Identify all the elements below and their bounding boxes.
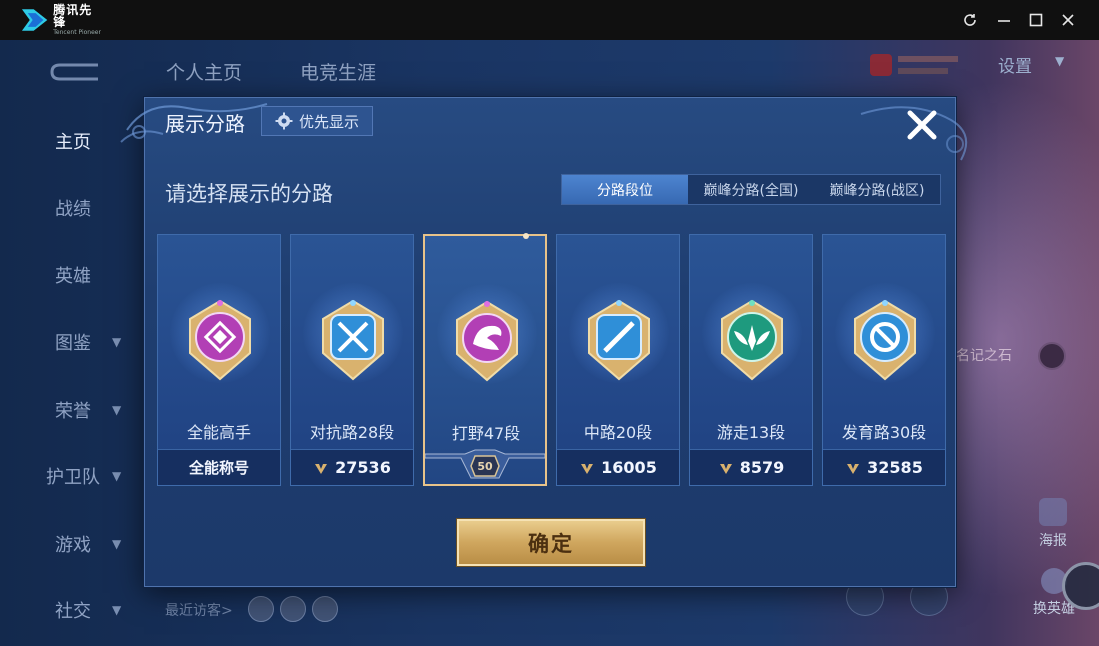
nav-item-record[interactable]: 战绩 — [38, 193, 138, 223]
poster-label: 海报 — [1039, 533, 1067, 549]
poster-button[interactable]: 海报 — [1034, 498, 1072, 558]
level-badge: 50 — [424, 448, 546, 484]
lane-points: 16005 — [601, 458, 657, 477]
selected-indicator — [523, 233, 529, 239]
chevron-down-icon: ▼ — [112, 403, 122, 417]
avatar[interactable] — [312, 596, 338, 622]
poster-icon — [1039, 498, 1067, 526]
level-number: 50 — [477, 460, 493, 473]
nav-item-honor[interactable]: 荣誉 ▼ — [38, 395, 138, 425]
app-titlebar: 腾讯先锋 Tencent Pioneer — [0, 0, 1099, 40]
nav-label: 游戏 — [55, 535, 91, 556]
nav-label: 主页 — [55, 132, 91, 153]
tab-peak-region[interactable]: 巅峰分路(战区) — [814, 175, 940, 204]
lane-name: 游走13段 — [716, 423, 786, 442]
tab-personal-home[interactable]: 个人主页 — [166, 58, 242, 85]
confirm-button[interactable]: 确定 — [457, 519, 645, 566]
lane-points: 8579 — [739, 458, 785, 477]
nav-label: 图鉴 — [55, 333, 91, 354]
lane-name: 发育路30段 — [841, 423, 927, 442]
clash-lane-rank-badge-icon — [322, 299, 384, 381]
lane-name: 打野47段 — [451, 424, 521, 443]
points-icon — [847, 463, 860, 474]
close-icon — [1062, 14, 1074, 26]
lane-footer: 8579 — [690, 449, 812, 485]
priority-display-button[interactable]: 优先显示 — [261, 106, 373, 136]
nav-label: 英雄 — [55, 266, 91, 287]
lane-display-dialog: 展示分路 优先显示 请选择展示的分路 分路段位 巅峰分路(全国) 巅峰分路(战区… — [120, 97, 968, 587]
chevron-down-icon: ▼ — [112, 335, 122, 349]
jungle-rank-badge-icon — [456, 300, 518, 382]
tab-lane-rank[interactable]: 分路段位 — [562, 175, 688, 204]
dialog-title: 展示分路 — [165, 112, 245, 136]
chevron-down-icon: ▼ — [112, 537, 122, 551]
lane-points: 27536 — [335, 458, 391, 477]
all-round-rank-badge-icon — [189, 299, 251, 381]
priority-display-label: 优先显示 — [298, 112, 359, 131]
nav-label: 荣誉 — [55, 401, 91, 422]
lane-name: 全能高手 — [186, 423, 251, 442]
points-icon — [719, 463, 732, 474]
nav-label: 社交 — [55, 601, 91, 622]
recent-visitors-label[interactable]: 最近访客> — [165, 600, 233, 620]
nav-label: 战绩 — [55, 199, 91, 220]
nav-item-heroes[interactable]: 英雄 — [38, 260, 138, 290]
logo-mark-icon — [21, 9, 48, 31]
lane-card-all-round[interactable]: 全能高手 全能称号 — [157, 234, 281, 486]
lane-card-farm[interactable]: 发育路30段 32585 — [822, 234, 946, 486]
back-icon[interactable] — [48, 62, 100, 82]
nav-item-social[interactable]: 社交 ▼ — [38, 595, 138, 625]
mid-lane-rank-badge-icon — [588, 299, 650, 381]
lane-footer: 32585 — [823, 449, 945, 485]
app-logo: 腾讯先锋 Tencent Pioneer — [20, 3, 104, 36]
lane-card-jungle[interactable]: 打野47段 50 — [423, 233, 547, 486]
lane-card-roam[interactable]: 游走13段 8579 — [689, 234, 813, 486]
app-name-en: Tencent Pioneer — [53, 29, 101, 36]
maximize-icon — [1029, 13, 1043, 27]
tab-peak-national[interactable]: 巅峰分路(全国) — [688, 175, 814, 204]
minimize-icon — [998, 20, 1010, 22]
nav-item-game[interactable]: 游戏 ▼ — [38, 529, 138, 559]
refresh-icon — [964, 14, 976, 26]
gear-icon — [275, 112, 293, 130]
nav-item-guard[interactable]: 护卫队 ▼ — [38, 461, 138, 491]
close-icon[interactable] — [903, 106, 941, 144]
stone-icon[interactable] — [1038, 342, 1066, 370]
lane-name: 对抗路28段 — [309, 423, 395, 442]
lane-footer: 27536 — [291, 449, 413, 485]
app-name: 腾讯先锋 — [53, 3, 93, 29]
refresh-button[interactable] — [960, 10, 980, 30]
nav-label: 护卫队 — [46, 467, 100, 488]
chevron-down-icon: ▼ — [112, 469, 122, 483]
lane-cards: 全能高手 全能称号 对抗路28段 27536 打野47段 50 中路20段 16… — [157, 233, 946, 486]
lane-card-mid[interactable]: 中路20段 16005 — [556, 234, 680, 486]
confirm-label: 确定 — [528, 531, 574, 556]
side-label: 名记之石 — [956, 348, 1012, 364]
lane-footer: 全能称号 — [158, 449, 280, 485]
maximize-button[interactable] — [1026, 10, 1046, 30]
tab-esports-career[interactable]: 电竞生涯 — [300, 58, 376, 85]
roam-rank-badge-icon — [721, 299, 783, 381]
close-window-button[interactable] — [1058, 10, 1078, 30]
minimize-button[interactable] — [994, 10, 1014, 30]
avatar[interactable] — [248, 596, 274, 622]
points-icon — [315, 463, 328, 474]
vip-badge-icon — [870, 54, 958, 76]
ranking-type-tabs: 分路段位 巅峰分路(全国) 巅峰分路(战区) — [561, 174, 941, 205]
lane-card-clash[interactable]: 对抗路28段 27536 — [290, 234, 414, 486]
nav-item-codex[interactable]: 图鉴 ▼ — [38, 327, 138, 357]
lane-points: 32585 — [867, 458, 923, 477]
dialog-subtitle: 请选择展示的分路 — [165, 182, 333, 206]
farm-lane-rank-badge-icon — [854, 299, 916, 381]
lane-footer: 16005 — [557, 449, 679, 485]
lane-name: 中路20段 — [583, 423, 653, 442]
lane-title-label: 全能称号 — [188, 459, 249, 477]
chevron-down-icon: ▼ — [112, 603, 122, 617]
avatar[interactable] — [280, 596, 306, 622]
dialog-header: 展示分路 优先显示 — [145, 98, 955, 148]
settings-button[interactable]: 设置 — [998, 52, 1032, 77]
points-icon — [581, 463, 594, 474]
chevron-down-icon[interactable]: ▼ — [1055, 54, 1064, 68]
